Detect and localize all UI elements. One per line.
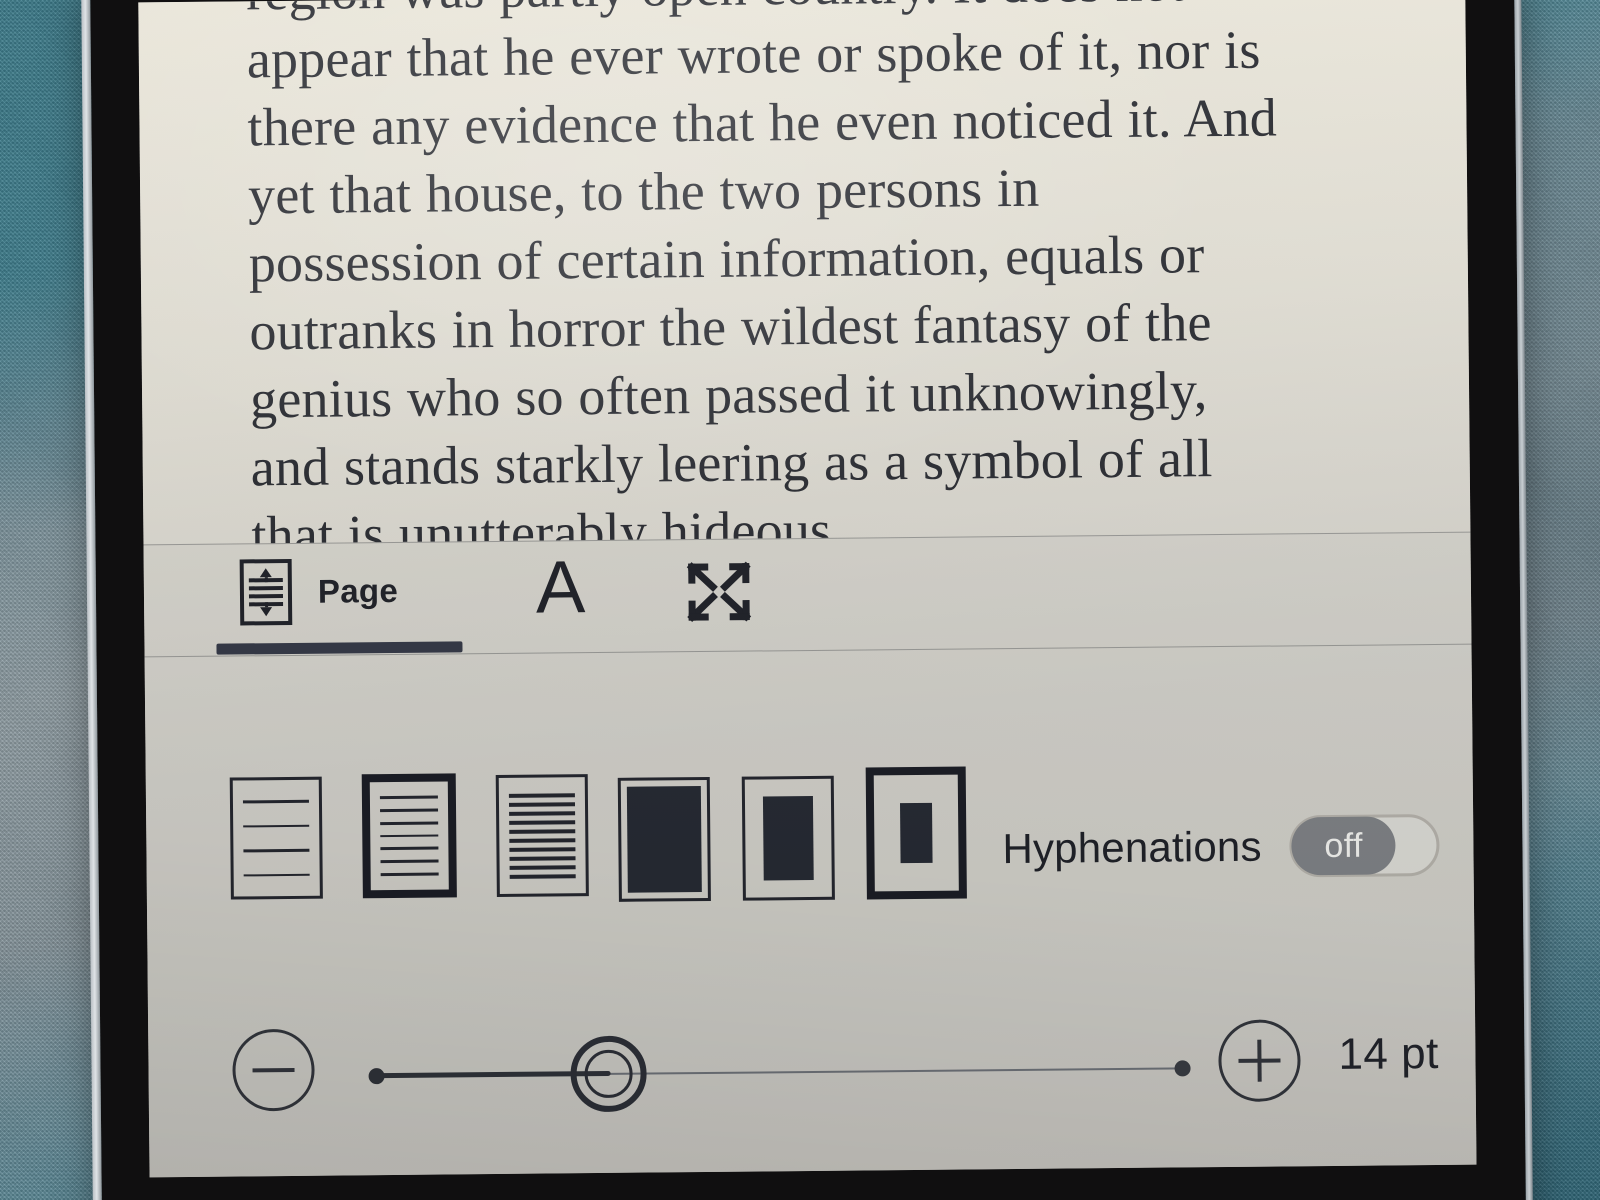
increase-font-size-button[interactable] xyxy=(1218,1019,1301,1103)
tab-expand[interactable] xyxy=(682,559,757,626)
slider-max-dot xyxy=(1174,1060,1191,1077)
margin-small-option[interactable] xyxy=(617,776,711,902)
icon-line xyxy=(248,586,283,591)
font-size-slider[interactable] xyxy=(368,1035,1191,1113)
margin-options xyxy=(617,766,967,902)
line-spacing-wide-option[interactable] xyxy=(229,776,323,900)
margin-medium-option[interactable] xyxy=(741,775,835,901)
font-size-row: 14 pt xyxy=(148,984,1476,1147)
page-layout-icon xyxy=(239,558,293,626)
book-line: outranks in horror the wildest fantasy o… xyxy=(249,286,1417,365)
book-line: appear that he ever wrote or spoke of it… xyxy=(247,14,1415,93)
book-line: there any evidence that he even noticed … xyxy=(247,82,1415,161)
settings-panel: Page A Hyphenations off 14 pt xyxy=(143,531,1477,1178)
book-line-text: outranks in horror the wildest fantasy o… xyxy=(249,292,1212,362)
photo-scene: region was partly open country. It does … xyxy=(0,0,1600,1200)
settings-tab-bar: Page A xyxy=(143,532,1471,657)
plus-icon-vertical xyxy=(1257,1039,1262,1082)
margin-large-option[interactable] xyxy=(865,766,967,900)
icon-line xyxy=(248,594,284,599)
slider-handle-inner-ring xyxy=(584,1049,633,1099)
book-paragraph: region was partly open country. It does … xyxy=(246,0,1419,544)
decrease-font-size-button[interactable] xyxy=(232,1028,315,1112)
margin-preview-fill xyxy=(762,795,814,881)
line-spacing-medium-option[interactable] xyxy=(361,773,457,899)
hyphenations-control: Hyphenations off xyxy=(1002,813,1440,880)
margin-preview-fill xyxy=(900,802,933,864)
book-line-text: yet that house, to the two persons in xyxy=(247,157,1040,226)
book-line-text: appear that he ever wrote or spoke of it… xyxy=(246,19,1261,90)
book-line-text: there any evidence that he even noticed … xyxy=(247,87,1278,158)
slider-min-dot xyxy=(368,1068,385,1085)
tab-page-label: Page xyxy=(317,571,399,610)
arrow-up-icon xyxy=(259,568,272,578)
font-icon: A xyxy=(535,545,586,629)
book-line: genius who so often passed it unknowingl… xyxy=(250,354,1418,433)
book-line-text: and stands starkly leering as a symbol o… xyxy=(250,428,1213,498)
line-spacing-narrow-option[interactable] xyxy=(495,774,589,898)
book-line-text: possession of certain information, equal… xyxy=(248,224,1205,294)
book-line: yet that house, to the two persons in xyxy=(248,150,1416,229)
expand-arrows-icon xyxy=(682,559,757,626)
arrow-down-icon xyxy=(260,607,273,617)
font-size-value: 14 pt xyxy=(1338,1028,1440,1079)
slider-handle[interactable] xyxy=(570,1035,647,1113)
line-spacing-options xyxy=(229,772,589,900)
book-line: possession of certain information, equal… xyxy=(248,218,1416,297)
tab-page[interactable]: Page xyxy=(239,558,399,626)
hyphenations-toggle[interactable]: off xyxy=(1289,813,1440,878)
ereader-device: region was partly open country. It does … xyxy=(80,0,1534,1200)
tab-font[interactable]: A xyxy=(535,545,586,629)
ereader-screen: region was partly open country. It does … xyxy=(138,0,1477,1178)
hyphenations-label: Hyphenations xyxy=(1002,822,1262,873)
book-text-region: region was partly open country. It does … xyxy=(138,0,1470,544)
toggle-knob: off xyxy=(1291,816,1396,876)
layout-options-row: Hyphenations off xyxy=(145,644,1475,997)
toggle-state-label: off xyxy=(1324,826,1364,865)
minus-icon xyxy=(252,1067,295,1073)
margin-preview-fill xyxy=(626,786,702,893)
book-line: and stands starkly leering as a symbol o… xyxy=(250,422,1418,501)
book-line-text: genius who so often passed it unknowingl… xyxy=(249,360,1208,430)
